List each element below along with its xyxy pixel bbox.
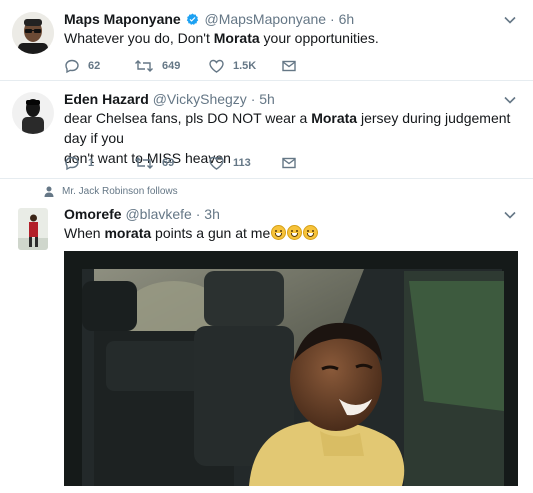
tweet-text: Whatever you do, Don't Morata your oppor… xyxy=(64,30,379,46)
retweet-count: 649 xyxy=(162,60,181,72)
separator: · xyxy=(195,206,201,222)
handle[interactable]: @VickyShegzy xyxy=(153,91,247,107)
tweet-header: Eden Hazard @VickyShegzy · 5h xyxy=(64,91,275,107)
tweet[interactable]: Maps Maponyane @MapsMaponyane · 6h Whate… xyxy=(0,0,533,81)
timestamp[interactable]: 6h xyxy=(339,11,355,27)
social-context: Mr. Jack Robinson follows xyxy=(44,186,178,197)
retweet-count: 69 xyxy=(162,157,175,169)
reply-count: 62 xyxy=(88,60,101,72)
tweet-text: When morata points a gun at me xyxy=(64,223,319,243)
reply-count: 1 xyxy=(88,157,95,169)
grinning-face-icon xyxy=(271,225,287,240)
heart-icon xyxy=(209,156,224,170)
retweet-button[interactable]: 69 xyxy=(134,153,174,173)
reply-icon xyxy=(65,156,79,171)
timestamp[interactable]: 3h xyxy=(204,206,220,222)
handle[interactable]: @blavkefe xyxy=(125,206,191,222)
envelope-icon xyxy=(282,60,296,72)
reply-icon xyxy=(65,59,79,74)
grinning-face-icon xyxy=(287,225,303,240)
retweet-button[interactable]: 649 xyxy=(134,56,180,76)
retweet-icon xyxy=(135,60,153,72)
like-count: 113 xyxy=(233,157,251,169)
verified-badge-icon xyxy=(186,13,199,29)
tweet[interactable]: Mr. Jack Robinson follows Omorefe @blavk… xyxy=(0,178,533,493)
reply-button[interactable]: 62 xyxy=(64,56,100,76)
display-name[interactable]: Omorefe xyxy=(64,206,122,222)
handle[interactable]: @MapsMaponyane xyxy=(204,11,326,27)
tweet-header: Maps Maponyane @MapsMaponyane · 6h xyxy=(64,11,354,29)
reply-button[interactable]: 1 xyxy=(64,153,94,173)
tweet-header: Omorefe @blavkefe · 3h xyxy=(64,206,220,222)
chevron-down-icon[interactable] xyxy=(503,93,517,107)
timestamp[interactable]: 5h xyxy=(259,91,275,107)
direct-message-button[interactable] xyxy=(281,56,297,76)
avatar[interactable] xyxy=(12,12,54,54)
like-count: 1.5K xyxy=(233,60,257,72)
heart-icon xyxy=(209,59,224,73)
envelope-icon xyxy=(282,157,296,169)
media-image xyxy=(64,251,518,486)
like-button[interactable]: 1.5K xyxy=(208,56,256,76)
avatar[interactable] xyxy=(12,92,54,134)
media-video-still[interactable] xyxy=(64,251,518,486)
tweet[interactable]: Eden Hazard @VickyShegzy · 5h dear Chels… xyxy=(0,80,533,179)
social-context-text[interactable]: Mr. Jack Robinson follows xyxy=(62,186,178,197)
retweet-icon xyxy=(135,157,153,169)
display-name[interactable]: Eden Hazard xyxy=(64,91,149,107)
separator: · xyxy=(330,11,335,27)
chevron-down-icon[interactable] xyxy=(503,13,517,27)
display-name[interactable]: Maps Maponyane xyxy=(64,11,181,27)
direct-message-button[interactable] xyxy=(281,153,297,173)
like-button[interactable]: 113 xyxy=(208,153,251,173)
chevron-down-icon[interactable] xyxy=(503,208,517,222)
person-icon xyxy=(44,186,54,197)
avatar[interactable] xyxy=(18,208,48,250)
grinning-face-icon xyxy=(303,225,319,240)
separator: · xyxy=(250,91,256,107)
